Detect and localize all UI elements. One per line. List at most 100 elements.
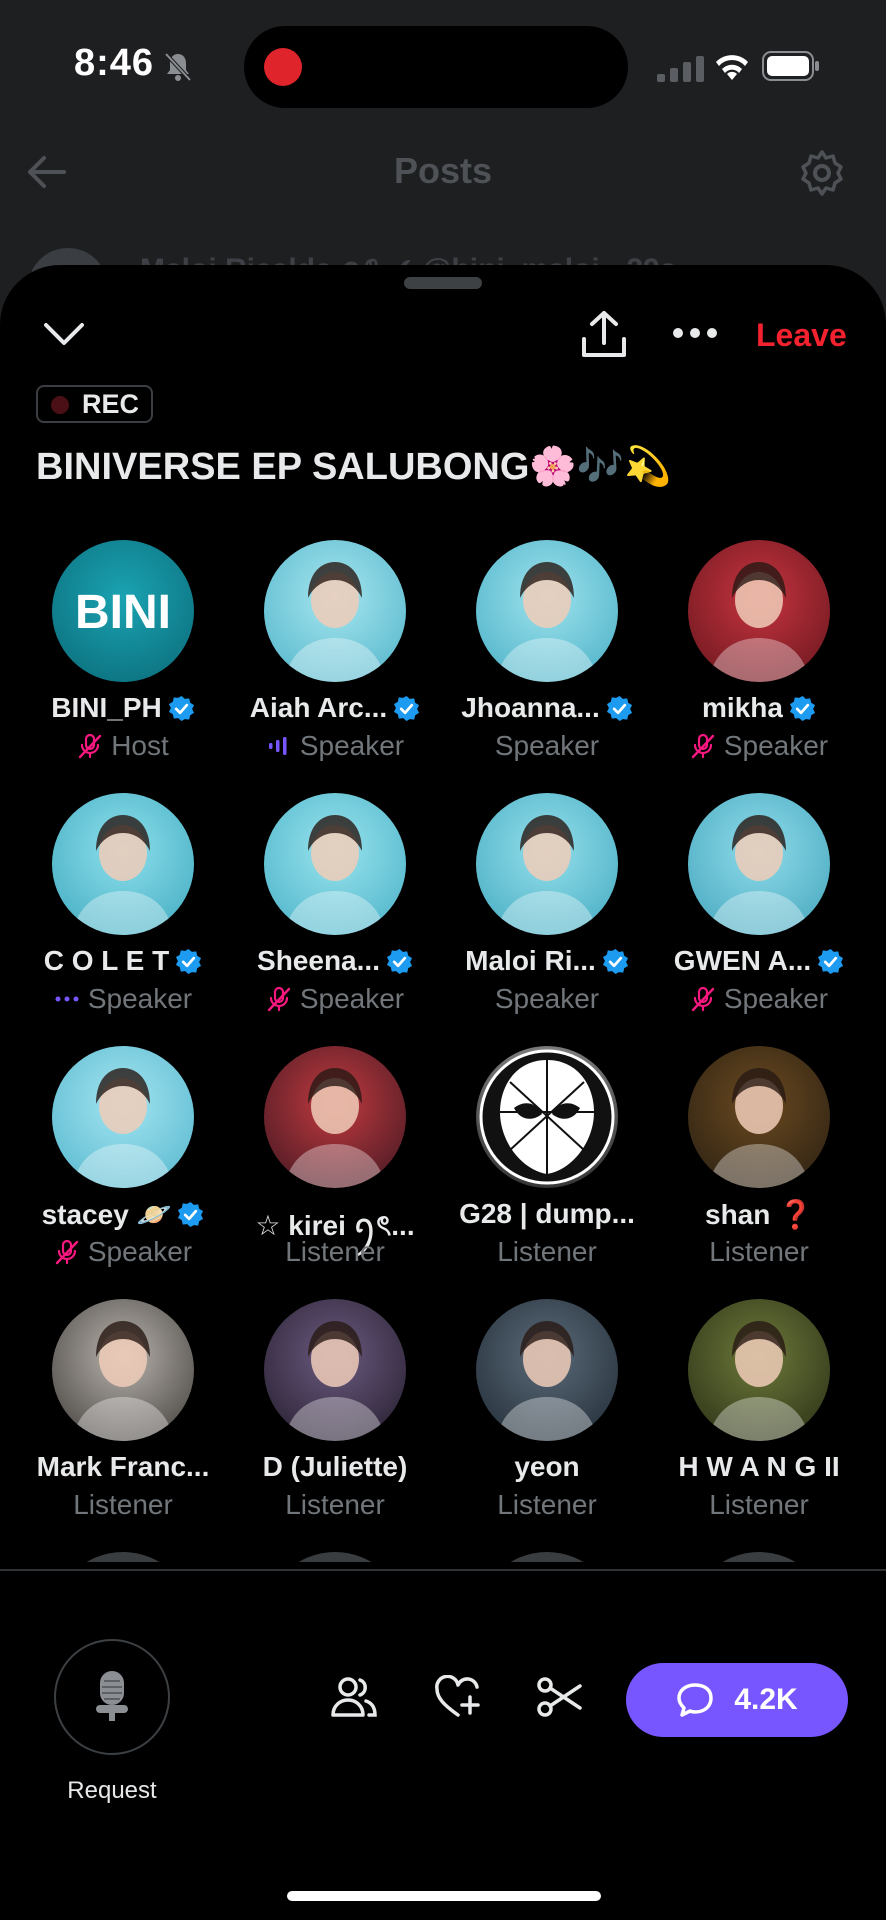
participant-name: C O L E T <box>43 945 170 976</box>
verified-badge-icon <box>789 695 816 721</box>
participant-role-row: Speaker <box>17 1236 229 1268</box>
status-time: 8:46 <box>74 42 155 84</box>
verified-badge-icon <box>818 948 844 974</box>
participant-name: D (Juliette) <box>262 1451 408 1482</box>
participant-role-row: Speaker <box>229 983 441 1015</box>
participant-role-row: Speaker <box>653 983 865 1015</box>
participants-icon[interactable] <box>330 1675 378 1719</box>
participant-avatar[interactable] <box>688 540 830 682</box>
react-heart-plus-icon[interactable] <box>434 1675 482 1719</box>
participant-tile[interactable]: G28 | dump... Listener <box>441 1046 653 1276</box>
record-dot-icon <box>51 396 69 414</box>
participant-name: G28 | dump... <box>459 1198 635 1229</box>
participant-name-row: Jhoanna... <box>441 692 653 724</box>
request-mic-button[interactable] <box>54 1639 170 1755</box>
participant-tile[interactable]: yeon Listener <box>441 1299 653 1529</box>
participant-role-row: Listener <box>441 1489 653 1521</box>
participant-name-row: G28 | dump... <box>441 1198 653 1230</box>
home-indicator[interactable] <box>287 1891 601 1901</box>
participant-tile[interactable]: D (Juliette) Listener <box>229 1299 441 1529</box>
participant-role: Speaker <box>723 983 829 1014</box>
participant-tile[interactable]: H W A N G II Listener <box>653 1299 865 1529</box>
participant-avatar-partial[interactable] <box>264 1552 406 1562</box>
verified-badge-icon <box>386 948 413 974</box>
participant-tile[interactable]: ☆ kirei ꪆৎ... Listener <box>229 1046 441 1276</box>
participant-role-row: Listener <box>653 1489 865 1521</box>
verified-badge-icon <box>178 1201 204 1228</box>
mic-off-icon <box>55 1239 79 1265</box>
participant-name-row: Sheena... <box>229 945 441 977</box>
participant-role: Listener <box>285 1489 385 1520</box>
participant-avatar[interactable] <box>52 793 194 935</box>
participant-role-row: Speaker <box>17 983 229 1015</box>
comments-button[interactable]: 4.2K <box>626 1663 848 1737</box>
minimize-chevron-down-icon[interactable] <box>40 315 88 355</box>
participant-avatar[interactable] <box>476 1299 618 1441</box>
comments-count: 4.2K <box>734 1683 798 1716</box>
participant-avatar[interactable] <box>264 540 406 682</box>
participant-avatar[interactable] <box>264 1046 406 1188</box>
participant-avatar[interactable] <box>264 1299 406 1441</box>
participant-name-row: C O L E T <box>17 945 229 977</box>
participant-role-row: Listener <box>441 1236 653 1268</box>
chat-bubble-icon <box>677 1683 714 1717</box>
participant-role-row: Speaker <box>229 730 441 762</box>
status-bar: 8:46 <box>0 0 886 130</box>
participant-name-row: stacey 🪐 <box>17 1198 229 1231</box>
participant-role-row: Speaker <box>653 730 865 762</box>
verified-badge-icon <box>394 695 420 721</box>
participant-name: shan ❓ <box>705 1199 813 1230</box>
clip-scissors-icon[interactable] <box>536 1675 584 1719</box>
participant-avatar-partial[interactable] <box>688 1552 830 1562</box>
battery-icon <box>762 51 819 81</box>
participant-tile[interactable]: BINI BINI_PH Host <box>17 540 229 770</box>
participant-tile[interactable]: mikha Speaker <box>653 540 865 770</box>
participant-tile[interactable]: C O L E T Speaker <box>17 793 229 1023</box>
participant-tile[interactable]: Jhoanna... Speaker <box>441 540 653 770</box>
share-icon[interactable] <box>580 309 628 361</box>
participant-role: Speaker <box>494 730 600 761</box>
participant-avatar[interactable] <box>476 793 618 935</box>
verified-badge-icon <box>176 948 202 974</box>
participant-avatar[interactable] <box>688 793 830 935</box>
participant-tile[interactable]: Maloi Ri... Speaker <box>441 793 653 1023</box>
participant-role-row: Host <box>17 730 229 762</box>
participant-avatar-partial[interactable] <box>52 1552 194 1562</box>
participant-avatar[interactable] <box>476 1046 618 1188</box>
participant-role: Listener <box>285 1236 385 1267</box>
background-page-title: Posts <box>393 150 493 191</box>
wifi-icon <box>716 55 748 80</box>
participant-name-row: Mark Franc... <box>17 1451 229 1483</box>
participant-role-row: Listener <box>229 1236 441 1268</box>
participant-avatar[interactable]: BINI <box>52 540 194 682</box>
participant-name-row: D (Juliette) <box>229 1451 441 1483</box>
participant-role: Listener <box>709 1236 809 1267</box>
participant-role: Speaker <box>87 983 193 1014</box>
more-options-icon[interactable] <box>672 323 718 343</box>
leave-button[interactable]: Leave <box>756 317 847 354</box>
recording-badge: REC <box>36 385 154 423</box>
participant-tile[interactable]: GWEN A... Speaker <box>653 793 865 1023</box>
participant-avatar[interactable] <box>52 1046 194 1188</box>
participant-avatar[interactable] <box>688 1046 830 1188</box>
participant-name-row: H W A N G II <box>653 1451 865 1483</box>
participant-avatar[interactable] <box>52 1299 194 1441</box>
participant-avatar[interactable] <box>688 1299 830 1441</box>
participant-tile[interactable]: Sheena... Speaker <box>229 793 441 1023</box>
microphone-icon <box>96 1671 128 1721</box>
participant-name: mikha <box>702 692 783 723</box>
participant-tile[interactable]: Mark Franc... Listener <box>17 1299 229 1529</box>
space-title: BINIVERSE EP SALUBONG🌸🎶💫 <box>36 446 672 488</box>
sheet-grabber[interactable] <box>404 277 482 289</box>
dots-icon <box>55 996 79 1002</box>
mic-off-icon <box>79 733 102 759</box>
participant-avatar[interactable] <box>264 793 406 935</box>
participant-role: Listener <box>709 1489 809 1520</box>
participant-avatar-partial[interactable] <box>476 1552 618 1562</box>
participant-tile[interactable]: Aiah Arc... Speaker <box>229 540 441 770</box>
mic-off-icon <box>691 986 715 1012</box>
participant-tile[interactable]: stacey 🪐 Speaker <box>17 1046 229 1276</box>
participant-name: Aiah Arc... <box>249 692 388 723</box>
participant-avatar[interactable] <box>476 540 618 682</box>
participant-tile[interactable]: shan ❓ Listener <box>653 1046 865 1276</box>
